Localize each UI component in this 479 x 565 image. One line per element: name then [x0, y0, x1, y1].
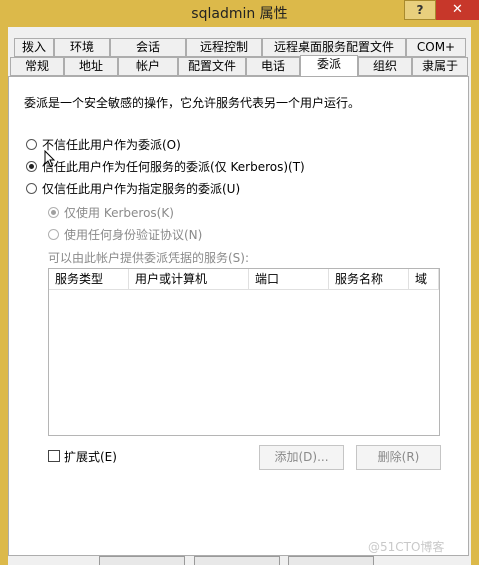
label-no-trust[interactable]: 不信任此用户作为委派(O): [42, 136, 181, 153]
column-user-or-computer[interactable]: 用户或计算机: [129, 269, 249, 289]
column-domain[interactable]: 域: [409, 269, 439, 289]
expanded-label[interactable]: 扩展式(E): [64, 448, 117, 465]
tab-organization[interactable]: 组织: [358, 57, 412, 76]
radio-any-protocol[interactable]: [48, 229, 59, 240]
radio-trust-any[interactable]: [26, 161, 37, 172]
tab-com-plus[interactable]: COM+: [406, 38, 466, 57]
tab-remote-control[interactable]: 远程控制: [186, 38, 262, 57]
tab-telephones[interactable]: 电话: [246, 57, 300, 76]
radio-no-trust[interactable]: [26, 139, 37, 150]
tab-member-of[interactable]: 隶属于: [412, 57, 468, 76]
label-trust-specified[interactable]: 仅信任此用户作为指定服务的委派(U): [42, 180, 240, 197]
remove-button[interactable]: 删除(R): [356, 445, 441, 470]
tab-environment[interactable]: 环境: [54, 38, 110, 57]
label-trust-any[interactable]: 信任此用户作为任何服务的委派(仅 Kerberos)(T): [42, 158, 305, 175]
expanded-checkbox[interactable]: [48, 450, 60, 462]
watermark-text: @51CTO博客: [368, 540, 445, 554]
label-kerberos-only[interactable]: 仅使用 Kerberos(K): [64, 204, 174, 221]
tab-delegation[interactable]: 委派: [300, 55, 358, 76]
delegation-description: 委派是一个安全敏感的操作，它允许服务代表另一个用户运行。: [24, 96, 361, 110]
column-service-name[interactable]: 服务名称: [329, 269, 409, 289]
tab-sessions[interactable]: 会话: [110, 38, 186, 57]
ok-button[interactable]: [99, 556, 185, 565]
radio-trust-specified[interactable]: [26, 183, 37, 194]
radio-selected-dot: [29, 164, 34, 169]
radio-kerberos-only[interactable]: [48, 207, 59, 218]
services-listview[interactable]: 服务类型 用户或计算机 端口 服务名称 域: [48, 268, 440, 436]
cancel-button[interactable]: [194, 556, 280, 565]
tab-profile[interactable]: 配置文件: [178, 57, 246, 76]
close-button[interactable]: ✕: [436, 0, 479, 20]
tab-account[interactable]: 帐户: [118, 57, 178, 76]
column-port[interactable]: 端口: [249, 269, 329, 289]
add-button[interactable]: 添加(D)...: [259, 445, 344, 470]
title-bar: sqladmin 属性 ? ✕: [0, 0, 479, 27]
services-label: 可以由此帐户提供委派凭据的服务(S):: [48, 251, 250, 265]
apply-button[interactable]: [288, 556, 374, 565]
tab-dial-in[interactable]: 拨入: [14, 38, 54, 57]
tab-address[interactable]: 地址: [64, 57, 118, 76]
listview-header: 服务类型 用户或计算机 端口 服务名称 域: [49, 269, 439, 290]
help-button[interactable]: ?: [404, 0, 436, 20]
radio-selected-dot-disabled: [51, 210, 56, 215]
tab-general[interactable]: 常规: [10, 57, 64, 76]
mouse-cursor-icon: [44, 150, 56, 168]
column-service-type[interactable]: 服务类型: [49, 269, 129, 289]
label-any-protocol[interactable]: 使用任何身份验证协议(N): [64, 226, 202, 243]
